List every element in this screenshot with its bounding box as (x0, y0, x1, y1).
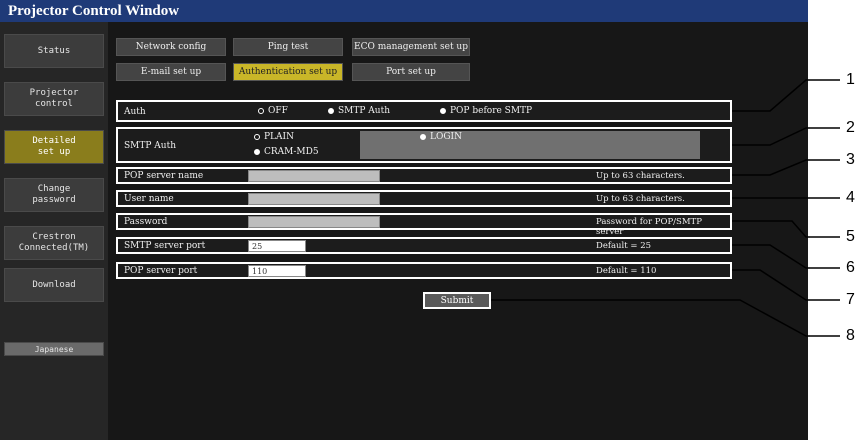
callout-6: 6 (846, 259, 855, 276)
callout-8: 8 (846, 327, 855, 344)
callout-1: 1 (846, 71, 855, 88)
callout-line-5 (732, 220, 840, 238)
callout-7: 7 (846, 291, 855, 308)
callout-line-7 (732, 269, 840, 301)
callout-line-2 (732, 127, 840, 146)
callout-line-8 (491, 299, 840, 337)
callout-3: 3 (846, 151, 855, 168)
callout-lines (491, 79, 840, 337)
callout-line-3 (732, 159, 840, 176)
callout-line-6 (732, 244, 840, 269)
callout-5: 5 (846, 228, 855, 245)
callout-line-1 (732, 79, 840, 112)
callout-4: 4 (846, 189, 855, 206)
callout-2: 2 (846, 119, 855, 136)
